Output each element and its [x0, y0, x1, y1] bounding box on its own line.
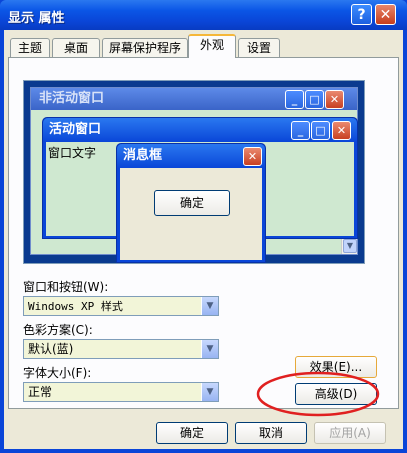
color-scheme-label: 色彩方案(C):: [23, 323, 93, 337]
ok-button[interactable]: 确定: [156, 422, 228, 444]
window-title: 显示 属性: [8, 11, 65, 26]
tab-themes[interactable]: 主题: [10, 38, 50, 57]
tab-label: 桌面: [63, 41, 88, 55]
inactive-window-title-text: 非活动窗口: [39, 91, 105, 106]
cancel-button-label: 取消: [258, 426, 283, 440]
tab-label: 屏幕保护程序: [108, 41, 181, 55]
display-properties-window: 显示 属性 ? ✕ 主题 桌面 屏幕保护程序 外观 设置 非活动窗口 _ □ ✕…: [0, 0, 407, 453]
chevron-down-icon[interactable]: ▼: [201, 297, 218, 315]
cancel-button[interactable]: 取消: [235, 422, 307, 444]
dialog-client-area: 主题 桌面 屏幕保护程序 外观 设置 非活动窗口 _ □ ✕ ▼ 活动窗口 _ …: [4, 30, 403, 449]
font-size-value: 正常: [28, 385, 53, 399]
apply-button[interactable]: 应用(A): [314, 422, 386, 444]
appearance-preview: 非活动窗口 _ □ ✕ ▲ ▼ 活动窗口: [23, 80, 365, 264]
preview-message-box: 消息框 ✕ 确定: [116, 143, 266, 263]
font-size-label: 字体大小(F):: [23, 366, 92, 380]
highlight-circle: [256, 371, 380, 417]
tab-settings[interactable]: 设置: [238, 38, 280, 57]
close-icon: ✕: [243, 147, 262, 166]
close-icon: ✕: [325, 90, 344, 109]
close-icon: ✕: [379, 6, 392, 23]
windows-buttons-label: 窗口和按钮(W):: [23, 280, 109, 294]
ok-button-label: 确定: [179, 426, 204, 440]
window-text-sample: 窗口文字: [48, 146, 97, 160]
close-button[interactable]: ✕: [375, 4, 396, 25]
windows-buttons-select[interactable]: Windows XP 样式 ▼: [23, 296, 219, 316]
chevron-down-icon[interactable]: ▼: [201, 340, 218, 358]
tab-label: 主题: [17, 41, 42, 55]
help-icon: ?: [357, 6, 366, 23]
font-size-select[interactable]: 正常 ▼: [23, 382, 219, 402]
maximize-icon: □: [305, 90, 324, 109]
tab-screensaver[interactable]: 屏幕保护程序: [102, 38, 188, 57]
close-icon: ✕: [332, 121, 351, 140]
scroll-down-icon: ▼: [343, 239, 357, 253]
appearance-tab-panel: 非活动窗口 _ □ ✕ ▲ ▼ 活动窗口: [8, 57, 399, 409]
chevron-down-icon[interactable]: ▼: [201, 383, 218, 401]
title-bar[interactable]: 显示 属性 ? ✕: [0, 0, 407, 30]
active-window-title-text: 活动窗口: [49, 122, 102, 137]
tab-label: 外观: [199, 38, 224, 52]
maximize-icon: □: [311, 121, 330, 140]
message-box-body: 确定: [120, 168, 262, 260]
preview-ok-button: 确定: [154, 190, 230, 216]
tab-desktop[interactable]: 桌面: [52, 38, 100, 57]
preview-ok-label: 确定: [179, 196, 204, 210]
minimize-icon: _: [285, 90, 304, 109]
apply-button-label: 应用(A): [329, 426, 371, 440]
minimize-icon: _: [291, 121, 310, 140]
help-button[interactable]: ?: [351, 4, 372, 25]
windows-buttons-value: Windows XP 样式: [28, 300, 123, 313]
tab-appearance[interactable]: 外观: [188, 34, 236, 58]
color-scheme-value: 默认(蓝): [28, 342, 74, 356]
message-box-title-text: 消息框: [123, 148, 163, 163]
tab-label: 设置: [246, 41, 271, 55]
color-scheme-select[interactable]: 默认(蓝) ▼: [23, 339, 219, 359]
